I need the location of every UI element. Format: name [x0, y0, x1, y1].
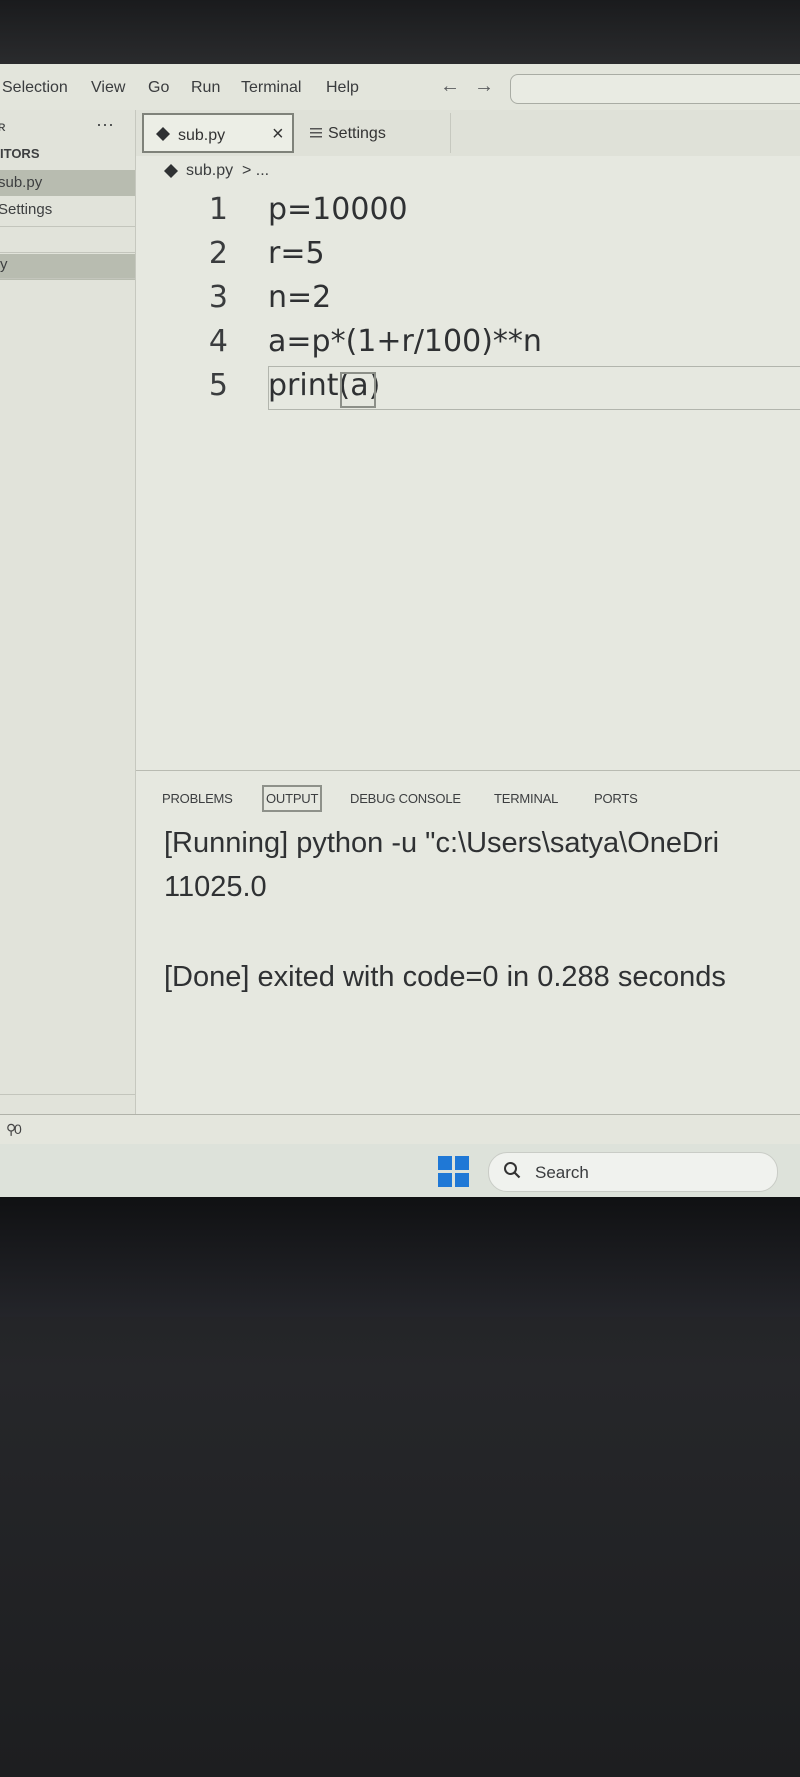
explorer-title-icon: ʀ	[0, 118, 6, 134]
output-line: 11025.0	[164, 871, 267, 903]
output-line: [Running] python -u "c:\Users\satya\OneD…	[164, 827, 720, 859]
back-arrow-icon[interactable]: ←	[440, 75, 460, 98]
breadcrumb: sub.py > ...	[136, 156, 800, 187]
tab-subpy-label: sub.py	[178, 127, 226, 144]
windows-taskbar: Search	[0, 1144, 800, 1197]
windows-start-icon[interactable]	[438, 1156, 470, 1188]
output-line: [Done] exited with code=0 in 0.288 secon…	[164, 961, 726, 993]
screen: Selection View Go Run Terminal Help ← → …	[0, 64, 800, 1197]
close-icon[interactable]: ×	[272, 123, 284, 146]
menu-view[interactable]: View	[91, 79, 125, 97]
tab-subpy[interactable]: sub.py ×	[142, 113, 294, 153]
tab-settings[interactable]: Settings	[294, 113, 451, 153]
divider	[0, 278, 135, 279]
code-line: 4 a=p*(1+r/100)**n	[136, 324, 800, 368]
menu-selection[interactable]: Selection	[2, 79, 68, 97]
more-actions-icon[interactable]: ···	[96, 114, 114, 135]
line-number: 4	[208, 324, 228, 359]
code-line: 2 r=5	[136, 236, 800, 280]
explorer-section-selected	[0, 254, 135, 280]
menu-terminal[interactable]: Terminal	[241, 79, 301, 97]
open-editor-settings[interactable]: Settings	[0, 201, 52, 218]
sidebar: ʀ ··· ITORS sub.py Settings y	[0, 110, 136, 1114]
tab-problems[interactable]: PROBLEMS	[162, 791, 233, 806]
upper-bezel	[0, 0, 800, 64]
python-file-icon	[164, 164, 178, 178]
search-label: Search	[535, 1163, 589, 1182]
status-count[interactable]: 0	[14, 1121, 22, 1137]
menu-help[interactable]: Help	[326, 79, 359, 97]
code-line-current: 5 print(a)	[136, 368, 800, 412]
lower-bezel	[0, 1197, 800, 1317]
settings-lines-icon	[310, 128, 322, 138]
menu-run[interactable]: Run	[191, 79, 220, 97]
code-text[interactable]: a=p*(1+r/100)**n	[268, 324, 542, 359]
divider	[0, 1094, 135, 1095]
taskbar-search[interactable]: Search	[488, 1152, 778, 1192]
tab-settings-label: Settings	[328, 125, 386, 142]
menu-bar: Selection View Go Run Terminal Help ← →	[0, 64, 800, 111]
line-number: 1	[208, 192, 228, 227]
tab-ports[interactable]: PORTS	[594, 791, 638, 806]
python-file-icon	[156, 127, 170, 141]
line-number: 2	[208, 236, 228, 271]
laptop-body	[0, 1197, 800, 1777]
code-line: 1 p=10000	[136, 192, 800, 236]
tab-output[interactable]: OUTPUT	[262, 785, 323, 812]
code-editor[interactable]: 1 p=10000 2 r=5 3 n=2 4 a=p*(1+r/100)**n…	[136, 186, 800, 770]
divider	[0, 226, 135, 227]
tab-bar: sub.py × Settings	[136, 110, 800, 157]
code-text[interactable]: n=2	[268, 280, 331, 315]
explorer-section-item[interactable]: y	[0, 256, 8, 273]
breadcrumb-file[interactable]: sub.py	[186, 162, 233, 180]
line-number: 3	[208, 280, 228, 315]
code-text[interactable]: r=5	[268, 236, 325, 271]
command-center-search[interactable]	[510, 74, 800, 104]
bracket-match-highlight	[340, 372, 376, 408]
open-editors-header[interactable]: ITORS	[0, 146, 40, 161]
output-panel: PROBLEMS OUTPUT DEBUG CONSOLE TERMINAL P…	[136, 770, 800, 1115]
code-line: 3 n=2	[136, 280, 800, 324]
divider	[0, 252, 135, 253]
search-icon	[504, 1162, 521, 1179]
status-bar: ⚲ 0	[0, 1114, 800, 1145]
open-editor-subpy[interactable]: sub.py	[0, 174, 42, 191]
forward-arrow-icon[interactable]: →	[474, 75, 494, 98]
line-number: 5	[208, 368, 228, 403]
menu-go[interactable]: Go	[148, 79, 169, 97]
tab-debug-console[interactable]: DEBUG CONSOLE	[350, 791, 461, 806]
breadcrumb-symbols[interactable]: > ...	[242, 162, 269, 180]
code-text[interactable]: p=10000	[268, 192, 408, 227]
tab-terminal[interactable]: TERMINAL	[494, 791, 558, 806]
